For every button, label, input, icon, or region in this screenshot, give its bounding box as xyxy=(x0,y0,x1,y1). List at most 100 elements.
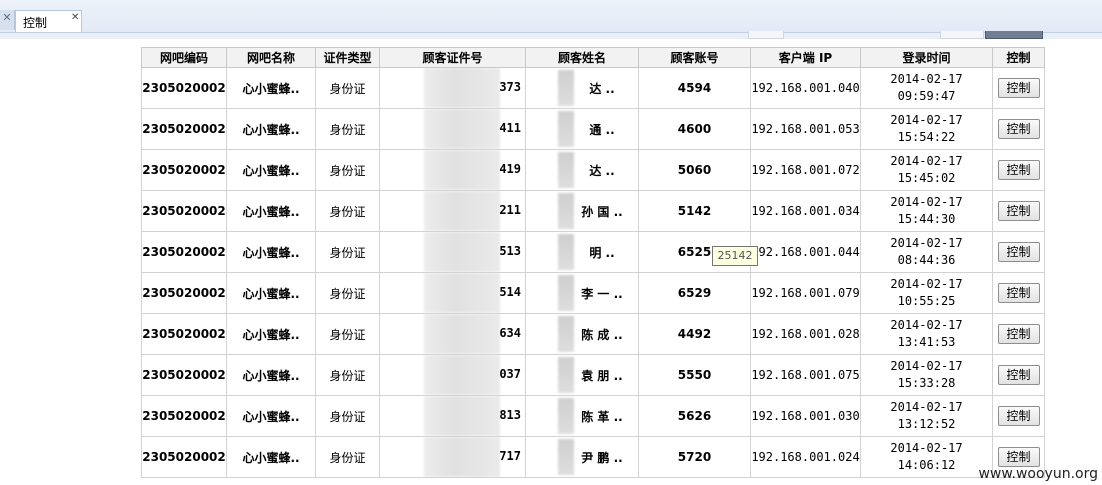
client-ip: 192.168.001.030 xyxy=(750,395,861,437)
login-clock: 15:44:30 xyxy=(897,212,956,226)
control-button[interactable]: 控制 xyxy=(997,242,1040,262)
control-button[interactable]: 控制 xyxy=(997,201,1040,221)
cafe-code: 2305020002 xyxy=(141,354,227,396)
control-button[interactable]: 控制 xyxy=(997,160,1040,180)
cafe-code: 2305020002 xyxy=(141,395,227,437)
redaction-blur xyxy=(424,355,500,395)
login-date: 2014-02-17 xyxy=(890,195,963,209)
login-date: 2014-02-17 xyxy=(890,400,963,414)
redaction-blur xyxy=(558,234,574,270)
client-ip: 192.168.001.072 xyxy=(750,149,861,191)
id-number: 23050717 xyxy=(379,436,526,478)
cafe-code: 2305020002 xyxy=(141,149,227,191)
table-row: 2305020002心小蜜蜂..身份证23050419 达 .. 5060192.1… xyxy=(141,149,1045,191)
tab-control[interactable]: 控制 ✕ xyxy=(15,10,82,33)
customer-name-text: 达 .. xyxy=(589,81,615,96)
redaction-blur xyxy=(558,193,574,229)
customer-name: 陈 成 .. xyxy=(525,313,639,355)
table-row: 2305020002心小蜜蜂..身份证23050513明 ..6525192.1… xyxy=(141,231,1045,273)
customer-name-text: 袁 朋 .. xyxy=(581,368,623,383)
cafe-code: 2305020002 xyxy=(141,108,227,150)
client-ip: 192.168.001.034 xyxy=(750,190,861,232)
id-type: 身份证 xyxy=(315,436,380,478)
id-type: 身份证 xyxy=(315,231,380,273)
login-date: 2014-02-17 xyxy=(890,318,963,332)
cafe-code: 2305020002 xyxy=(141,231,227,273)
login-time: 2014-02-17 08:44:36 xyxy=(860,231,993,273)
redaction-blur xyxy=(424,232,500,272)
id-type: 身份证 xyxy=(315,149,380,191)
redaction-blur xyxy=(424,396,500,436)
login-clock: 13:41:53 xyxy=(897,335,956,349)
col-header: 顾客证件号 xyxy=(379,47,526,68)
control-button[interactable]: 控制 xyxy=(997,365,1040,385)
cafe-name: 心小蜜蜂.. xyxy=(226,149,316,191)
account: 4492 xyxy=(638,313,751,355)
customer-name: 尹 鹏 .. xyxy=(525,436,639,478)
cafe-name: 心小蜜蜂.. xyxy=(226,354,316,396)
control-cell: 控制 xyxy=(992,272,1045,314)
control-cell: 控制 xyxy=(992,313,1045,355)
redaction-blur xyxy=(424,273,500,313)
redaction-blur xyxy=(558,316,574,352)
login-clock: 15:33:28 xyxy=(897,376,956,390)
login-date: 2014-02-17 xyxy=(890,154,963,168)
header-row: 网吧编码 网吧名称 证件类型 顾客证件号 顾客姓名 顾客账号 客户端 IP 登录… xyxy=(141,47,1045,68)
client-ip: 192.168.001.075 xyxy=(750,354,861,396)
redaction-blur xyxy=(424,109,500,149)
customer-name-text: 陈 成 .. xyxy=(581,327,623,342)
redaction-blur xyxy=(424,314,500,354)
id-number: 23050514 xyxy=(379,272,526,314)
login-clock: 10:55:25 xyxy=(897,294,956,308)
id-type: 身份证 xyxy=(315,67,380,109)
login-date: 2014-02-17 xyxy=(890,236,963,250)
table-row: 2305020002心小蜜蜂..身份证23050373 达 .. 4594192.1… xyxy=(141,67,1045,109)
id-number: 23050419 xyxy=(379,149,526,191)
control-button[interactable]: 控制 xyxy=(997,119,1040,139)
close-all-icon[interactable]: ✕ xyxy=(0,10,15,30)
cafe-code: 2305020002 xyxy=(141,436,227,478)
account: 6529 xyxy=(638,272,751,314)
control-cell: 控制 xyxy=(992,108,1045,150)
customer-name-text: 陈 革 .. xyxy=(581,409,623,424)
cafe-code: 2305020002 xyxy=(141,313,227,355)
control-button[interactable]: 控制 xyxy=(997,283,1040,303)
id-type: 身份证 xyxy=(315,190,380,232)
id-number: 23012813 xyxy=(379,395,526,437)
redaction-blur xyxy=(424,437,500,477)
col-header: 网吧名称 xyxy=(226,47,316,68)
login-date: 2014-02-17 xyxy=(890,72,963,86)
control-cell: 控制 xyxy=(992,395,1045,437)
login-time: 2014-02-17 09:59:47 xyxy=(860,67,993,109)
account: 5060 xyxy=(638,149,751,191)
customer-name-text: 尹 鹏 .. xyxy=(581,450,623,465)
close-icon[interactable]: ✕ xyxy=(71,12,79,23)
control-button[interactable]: 控制 xyxy=(997,324,1040,344)
table-row: 2305020002心小蜜蜂..身份证23050717 尹 鹏 .. 5720192… xyxy=(141,436,1045,478)
id-type: 身份证 xyxy=(315,395,380,437)
table-row: 2305020002心小蜜蜂..身份证23050514 李 一 .. 6529192… xyxy=(141,272,1045,314)
toolbar-control[interactable] xyxy=(748,31,784,39)
control-button[interactable]: 控制 xyxy=(997,78,1040,98)
client-ip: 192.168.001.028 xyxy=(750,313,861,355)
cafe-name: 心小蜜蜂.. xyxy=(226,190,316,232)
control-button[interactable]: 控制 xyxy=(997,447,1040,467)
toolbar-button[interactable] xyxy=(985,31,1043,39)
id-suffix: 514 xyxy=(499,285,521,299)
control-button[interactable]: 控制 xyxy=(997,406,1040,426)
account: 4594 xyxy=(638,67,751,109)
id-type: 身份证 xyxy=(315,108,380,150)
customer-name-text: 孙 国 .. xyxy=(581,204,623,219)
cafe-name: 心小蜜蜂.. xyxy=(226,313,316,355)
login-time: 2014-02-17 15:33:28 xyxy=(860,354,993,396)
col-header: 证件类型 xyxy=(315,47,380,68)
login-time: 2014-02-17 13:41:53 xyxy=(860,313,993,355)
login-time: 2014-02-17 15:45:02 xyxy=(860,149,993,191)
tab-label: 控制 xyxy=(23,16,48,30)
toolbar-control[interactable] xyxy=(940,31,984,39)
tooltip: 25142 xyxy=(712,246,758,266)
account: 5550 xyxy=(638,354,751,396)
control-cell: 控制 xyxy=(992,354,1045,396)
redaction-blur xyxy=(424,191,500,231)
login-clock: 08:44:36 xyxy=(897,253,956,267)
